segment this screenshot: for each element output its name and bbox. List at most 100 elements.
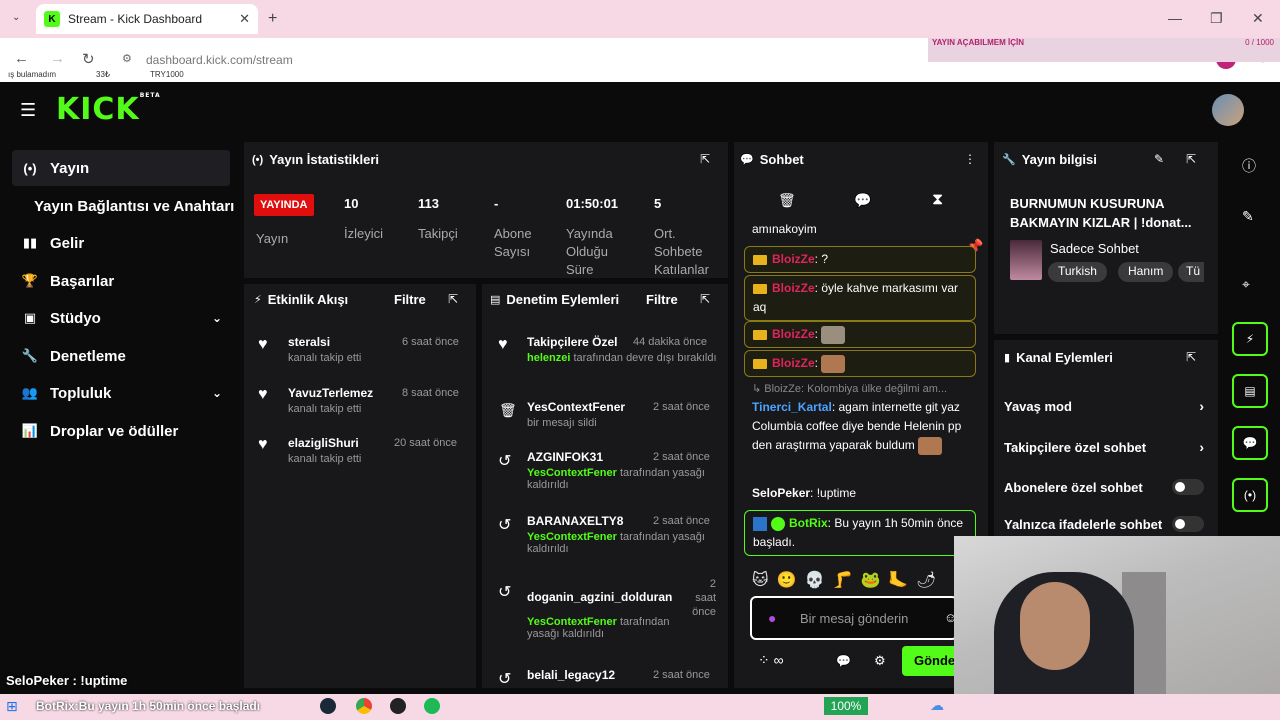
loop-icon[interactable]: ⁘ ∞ [758,652,784,669]
heart-icon: ♥ [498,336,508,353]
zoom-indicator: 100% [824,697,868,715]
tag-tu[interactable]: Tü [1178,262,1204,282]
log-icon: ▤ [1244,384,1256,398]
gear-icon[interactable]: ⚙ [874,653,886,669]
overlay-chat-message: SeloPeker : !uptime [6,673,128,688]
mic-icon[interactable]: ● [768,610,776,626]
emote-bar[interactable]: 🐱🙂💀🦵🐸🦶🌶 [752,570,945,590]
popout-icon[interactable]: ⇱ [1186,152,1196,166]
browser-tab[interactable]: K Stream - Kick Dashboard ✕ [36,4,258,34]
subscribers-only-toggle[interactable]: Abonelere özel sohbet [1004,479,1204,495]
rail-log-button[interactable]: ▤ [1232,374,1268,408]
sidebar-item-yayin[interactable]: (•) Yayın [12,150,230,186]
back-icon[interactable]: ← [14,50,29,67]
sidebar-item-basarilar[interactable]: 🏆 Başarılar [12,263,230,299]
edit-pencil-icon[interactable]: ✎ [1242,208,1254,225]
chat-username[interactable]: BloizZe [772,356,815,370]
mod-time: 2 saat önce [653,401,710,413]
activity-time: 6 saat önce [402,336,459,348]
emotes-only-toggle[interactable]: Yalnızca ifadelerle sohbet [1004,516,1204,532]
sidebar-item-topluluk[interactable]: 👥 Topluluk ⌄ [12,375,230,411]
chrome-icon[interactable] [356,698,372,714]
reply-preview: ↳ BloizZe: Kolombiya ülke değilmi am... [752,383,948,395]
sidebar-item-stream-key[interactable]: Yayın Bağlantısı ve Anahtarı [26,188,240,224]
studio-icon: ▣ [23,310,37,325]
verified-badge-icon [771,516,785,531]
uptime-label: Yayında Olduğu Süre [566,226,613,277]
rail-chat-button[interactable]: 💬 [1232,426,1268,460]
chat-username[interactable]: Tinerci_Kartal [752,400,832,414]
panel-title: Etkinlik Akışı [267,292,349,307]
donation-goal-title: YAYIN AÇABILMEM İÇİN [932,38,1025,47]
user-avatar[interactable] [1212,94,1244,126]
site-info-icon[interactable]: ⚙ [122,52,132,65]
unban-icon: ↺ [498,584,512,601]
logo-text: KICK [56,92,140,127]
webcam-overlay [954,536,1280,720]
minimize-icon[interactable]: — [1168,10,1182,26]
drops-icon: 📊 [21,423,39,438]
camera-icon[interactable]: ⌖ [1242,276,1250,293]
chat-username[interactable]: BotRix [789,516,828,530]
close-window-icon[interactable]: ✕ [1252,10,1264,27]
chat-username[interactable]: SeloPeker [752,486,810,500]
forward-icon[interactable]: → [50,50,65,67]
chat-bubble-icon[interactable]: 💬 [854,192,871,209]
toggle-switch[interactable] [1172,516,1204,532]
chat-bubble-icon: 💬 [1242,436,1258,450]
uptime-value: 01:50:01 [566,196,619,211]
cloud-icon[interactable]: ☁ [930,697,944,714]
followers-value: 113 [418,196,439,211]
wrench-icon: 🔧 [21,348,39,363]
donation-goal-count: 0 / 1000 [1245,38,1274,47]
chat-username[interactable]: BloizZe [772,327,815,341]
send-button[interactable]: Gönder [902,646,958,676]
chat-username[interactable]: BloizZe [772,281,815,295]
spotify-icon[interactable] [424,698,440,714]
sidebar-item-droplar[interactable]: 📊 Droplar ve ödüller [12,413,230,449]
popout-icon[interactable]: ⇱ [448,292,458,306]
info-icon[interactable]: ⓘ [1242,156,1256,176]
sidebar-item-studyo[interactable]: ▣ Stüdyo ⌄ [12,300,230,336]
url-field[interactable]: ⚙ dashboard.kick.com/stream [118,46,918,74]
chat-text: : !uptime [810,486,857,500]
windows-start-icon[interactable]: ⊞ [6,698,18,715]
popout-icon[interactable]: ⇱ [700,292,710,306]
popout-icon[interactable]: ⇱ [700,152,710,166]
followers-only-link[interactable]: Takipçilere özel sohbet › [1004,439,1204,455]
stream-title: BURNUMUN KUSURUNA BAKMAYIN KIZLAR | !don… [1010,196,1192,230]
edit-pencil-icon[interactable]: ✎ [1154,152,1164,166]
kick-logo[interactable]: KICKBETA [56,92,161,127]
rail-lightning-button[interactable]: ⚡ [1232,322,1268,356]
chat-username[interactable]: BloizZe [772,252,815,266]
activity-time: 20 saat önce [394,437,457,449]
new-tab-icon[interactable]: + [268,10,277,28]
chat-text: : [814,327,819,341]
tab-list-icon[interactable]: ⌄ [12,12,20,23]
close-tab-icon[interactable]: ✕ [239,11,250,27]
obs-icon[interactable] [390,698,406,714]
popout-icon[interactable]: ⇱ [1186,350,1196,364]
panel-title: Denetim Eylemleri [506,292,620,307]
mod-name: doganin_agzini_dolduran [527,590,673,604]
sidebar-item-gelir[interactable]: ▮▮ Gelir [12,225,230,261]
rail-broadcast-button[interactable]: (•) [1232,478,1268,512]
chat-bubble-icon[interactable]: 💬 [836,654,851,668]
sidebar-item-denetleme[interactable]: 🔧 Denetleme [12,338,230,374]
hourglass-icon[interactable]: ⧗ [932,191,943,209]
hamburger-menu-icon[interactable]: ☰ [20,100,36,121]
menu-dots-icon[interactable]: ⋮ [964,152,976,166]
tag-hanim[interactable]: Hanım [1118,262,1174,282]
tag-turkish[interactable]: Turkish [1048,262,1107,282]
steam-icon[interactable] [320,698,336,714]
sidebar-label: Topluluk [50,384,112,402]
activity-filter-button[interactable]: Filtre [394,292,426,307]
toggle-switch[interactable] [1172,479,1204,495]
moderation-filter-button[interactable]: Filtre [646,292,678,307]
slow-mode-link[interactable]: Yavaş mod › [1004,398,1204,414]
restore-icon[interactable]: ❐ [1210,10,1223,27]
trophy-icon: 🏆 [21,273,39,288]
chat-input[interactable]: ● Bir mesaj gönderin ☺ [750,596,958,640]
crown-badge-icon [753,283,767,294]
trash-icon[interactable]: 🗑 [778,192,796,209]
